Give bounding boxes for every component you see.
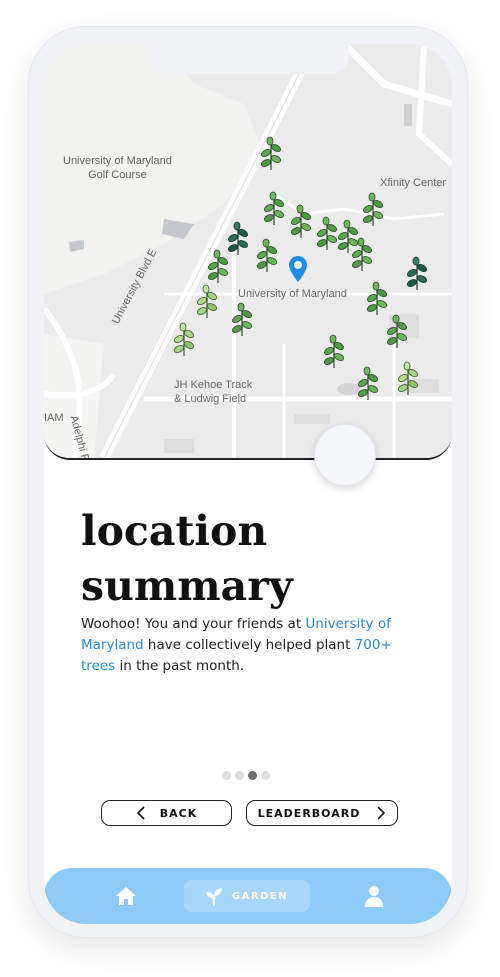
tree-icon[interactable] <box>351 237 373 271</box>
tree-icon[interactable] <box>207 249 229 283</box>
pagination-dot[interactable] <box>261 771 270 780</box>
chevron-left-icon <box>136 806 145 820</box>
desc-text-1: Woohoo! You and your friends at <box>81 616 306 632</box>
tree-icon[interactable] <box>231 302 253 336</box>
tab-garden[interactable]: GARDEN <box>184 880 310 912</box>
home-icon <box>116 887 136 905</box>
tab-profile[interactable] <box>358 880 390 912</box>
app-screen: University of Maryland Golf Course Xfini… <box>44 44 452 924</box>
tree-icon[interactable] <box>366 281 388 315</box>
location-pin-icon[interactable] <box>289 256 307 282</box>
phone-notch <box>149 44 349 74</box>
pagination-dot[interactable] <box>222 771 231 780</box>
tree-icon[interactable] <box>256 238 278 272</box>
desc-text-3: in the past month. <box>115 658 245 674</box>
tab-garden-label: GARDEN <box>231 890 289 902</box>
chevron-right-icon <box>377 806 386 820</box>
tab-home[interactable] <box>108 880 144 912</box>
tree-icon[interactable] <box>227 221 249 255</box>
pagination-dot-active[interactable] <box>248 771 257 780</box>
tree-icon[interactable] <box>173 322 195 356</box>
tree-icon[interactable] <box>386 314 408 348</box>
page-title: location summary <box>81 504 421 614</box>
summary-description: Woohoo! You and your friends at Universi… <box>81 614 421 677</box>
tree-icon[interactable] <box>263 191 285 225</box>
map-label-track: JH Kehoe Track & Ludwig Field <box>174 379 253 405</box>
tree-icon[interactable] <box>362 192 384 226</box>
leaderboard-button-label: LEADERBOARD <box>257 806 361 820</box>
user-icon <box>365 886 383 907</box>
tree-icon[interactable] <box>196 284 218 318</box>
title-line-2: summary <box>81 562 293 610</box>
title-line-1: location <box>81 507 268 555</box>
map-label-xfinity-center: Xfinity Center <box>380 177 447 189</box>
back-button[interactable]: BACK <box>101 800 232 826</box>
tree-icon[interactable] <box>406 256 428 290</box>
back-button-label: BACK <box>159 806 198 820</box>
tree-icon[interactable] <box>316 216 338 250</box>
map-label-campus: University of Maryland <box>238 288 347 300</box>
pagination-dot[interactable] <box>235 771 244 780</box>
sprout-icon <box>205 888 222 906</box>
tree-icon[interactable] <box>290 204 312 238</box>
drawer-handle[interactable] <box>314 424 376 486</box>
desc-text-2: have collectively helped plant <box>143 637 355 653</box>
tree-icon[interactable] <box>397 361 419 395</box>
leaderboard-button[interactable]: LEADERBOARD <box>246 800 398 826</box>
bottom-tab-bar: GARDEN <box>44 868 452 924</box>
pagination-dots <box>222 771 270 780</box>
tree-icon[interactable] <box>323 334 345 368</box>
map-view[interactable]: University of Maryland Golf Course Xfini… <box>44 44 452 460</box>
tree-icon[interactable] <box>357 366 379 400</box>
tree-icon[interactable] <box>260 136 282 170</box>
map-label-iam: IAM <box>44 412 64 424</box>
phone-frame: University of Maryland Golf Course Xfini… <box>28 26 468 938</box>
map-label-golf-course: University of Maryland Golf Course <box>63 155 172 181</box>
